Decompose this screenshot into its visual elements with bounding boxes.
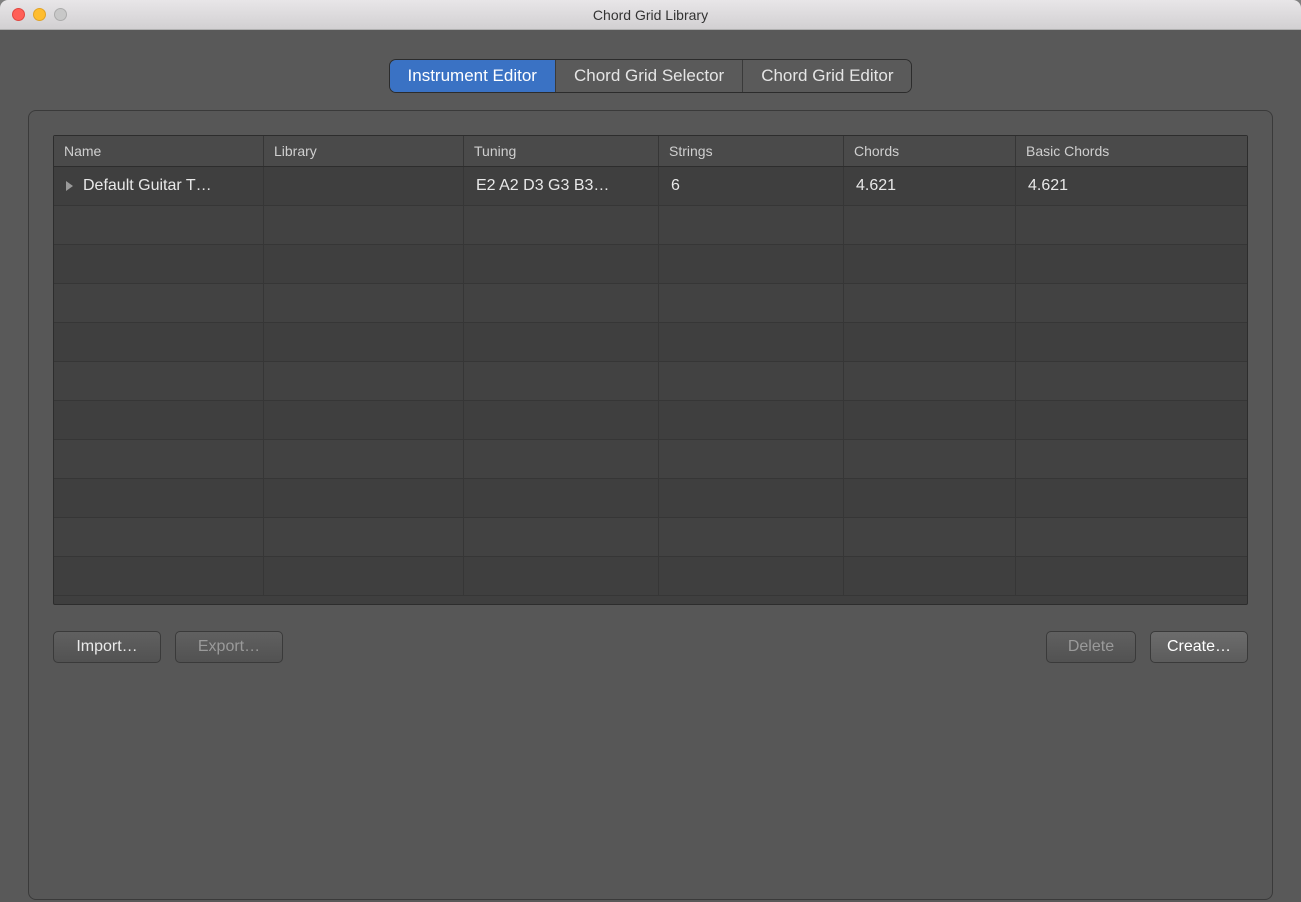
col-name[interactable]: Name — [54, 136, 264, 166]
cell-basic-chords: 4.621 — [1016, 167, 1247, 205]
tab-chord-grid-editor[interactable]: Chord Grid Editor — [743, 60, 911, 92]
table-row[interactable]: Default Guitar T… E2 A2 D3 G3 B3… 6 4.62… — [54, 167, 1247, 206]
table-body: Default Guitar T… E2 A2 D3 G3 B3… 6 4.62… — [54, 167, 1247, 604]
cell-chords: 4.621 — [844, 167, 1016, 205]
cell-name-text: Default Guitar T… — [83, 177, 212, 195]
delete-button: Delete — [1046, 631, 1136, 663]
tab-group: Instrument Editor Chord Grid Selector Ch… — [390, 60, 912, 92]
table-row — [54, 284, 1247, 323]
col-chords[interactable]: Chords — [844, 136, 1016, 166]
table-row — [54, 206, 1247, 245]
table-header: Name Library Tuning Strings Chords Basic… — [54, 136, 1247, 167]
left-buttons: Import… Export… — [53, 631, 283, 663]
close-icon[interactable] — [12, 8, 25, 21]
create-button[interactable]: Create… — [1150, 631, 1248, 663]
content-area: Instrument Editor Chord Grid Selector Ch… — [0, 30, 1301, 902]
panel: Name Library Tuning Strings Chords Basic… — [28, 110, 1273, 900]
titlebar: Chord Grid Library — [0, 0, 1301, 30]
window-title: Chord Grid Library — [0, 7, 1301, 23]
table-row — [54, 362, 1247, 401]
tab-instrument-editor[interactable]: Instrument Editor — [390, 60, 556, 92]
table-row — [54, 440, 1247, 479]
traffic-lights — [12, 8, 67, 21]
col-basic-chords[interactable]: Basic Chords — [1016, 136, 1247, 166]
right-buttons: Delete Create… — [1046, 631, 1248, 663]
tab-bar: Instrument Editor Chord Grid Selector Ch… — [28, 60, 1273, 92]
instrument-table: Name Library Tuning Strings Chords Basic… — [53, 135, 1248, 605]
cell-library — [264, 167, 464, 205]
tab-chord-grid-selector[interactable]: Chord Grid Selector — [556, 60, 743, 92]
table-row — [54, 557, 1247, 596]
import-button[interactable]: Import… — [53, 631, 161, 663]
table-row — [54, 323, 1247, 362]
table-row — [54, 518, 1247, 557]
cell-name: Default Guitar T… — [54, 167, 264, 205]
table-row — [54, 401, 1247, 440]
col-tuning[interactable]: Tuning — [464, 136, 659, 166]
col-strings[interactable]: Strings — [659, 136, 844, 166]
col-library[interactable]: Library — [264, 136, 464, 166]
minimize-icon[interactable] — [33, 8, 46, 21]
table-row — [54, 479, 1247, 518]
table-row — [54, 245, 1247, 284]
export-button: Export… — [175, 631, 283, 663]
button-row: Import… Export… Delete Create… — [53, 631, 1248, 663]
maximize-icon — [54, 8, 67, 21]
cell-tuning: E2 A2 D3 G3 B3… — [464, 167, 659, 205]
cell-strings: 6 — [659, 167, 844, 205]
window: Chord Grid Library Instrument Editor Cho… — [0, 0, 1301, 902]
disclosure-triangle-icon[interactable] — [66, 181, 73, 191]
